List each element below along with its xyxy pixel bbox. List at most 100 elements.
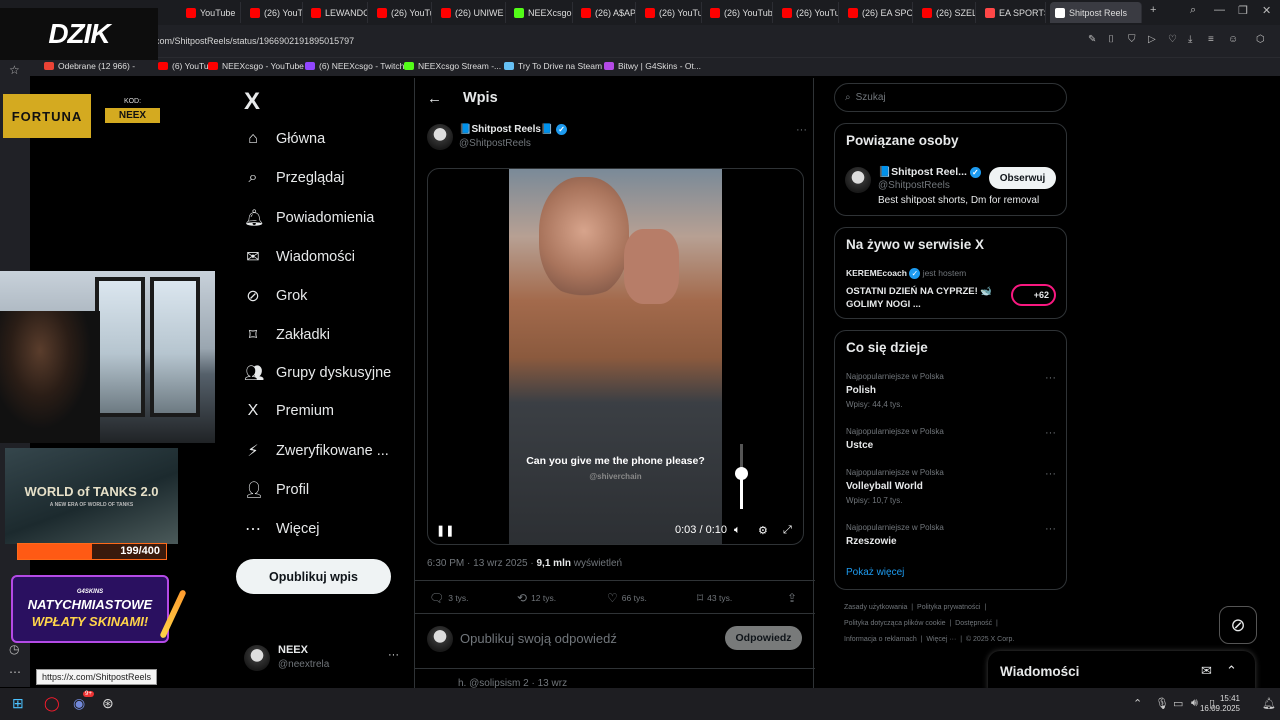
account-switcher[interactable]: NEEX @neextrela ··· bbox=[244, 643, 409, 673]
browser-tab[interactable]: (26) YouTub bbox=[705, 2, 773, 23]
related-avatar[interactable] bbox=[845, 167, 871, 193]
minimize-icon[interactable]: — bbox=[1214, 4, 1225, 16]
x-logo-icon[interactable]: X bbox=[244, 88, 260, 116]
nav-item-główna[interactable]: ⌂ Główna bbox=[244, 130, 325, 148]
author-avatar[interactable] bbox=[427, 124, 453, 150]
bookmark-item[interactable]: NEEXcsgo - YouTube bbox=[208, 61, 304, 71]
bookmark-item[interactable]: (6) NEEXcsgo - Twitch bbox=[305, 61, 404, 71]
accessibility-link[interactable]: Dostępność bbox=[955, 620, 992, 627]
related-handle[interactable]: @ShitpostReels bbox=[878, 180, 950, 191]
maximize-icon[interactable]: ❐ bbox=[1238, 4, 1248, 17]
browser-tab[interactable]: (26) YouTub bbox=[777, 2, 839, 23]
post-more-icon[interactable]: ··· bbox=[796, 124, 807, 136]
windows-start-icon[interactable]: ⊞ bbox=[12, 695, 24, 712]
messages-drawer[interactable]: Wiadomości ✉ ⌃ bbox=[988, 651, 1255, 691]
browser-tab[interactable]: NEEXcsgo S bbox=[509, 2, 573, 23]
nav-item-więcej[interactable]: ⋯ Więcej bbox=[244, 519, 320, 539]
browser-tab[interactable]: (26) A$AP N bbox=[576, 2, 636, 23]
camera-icon[interactable]: ⌷ bbox=[1108, 34, 1114, 45]
account-more-icon[interactable]: ··· bbox=[388, 649, 399, 661]
like-action[interactable]: ♡ 66 tys. bbox=[607, 591, 647, 605]
browser-tab[interactable]: LEWANDOW bbox=[306, 2, 368, 23]
bookmark-item[interactable]: NEEXcsgo Stream -... bbox=[404, 61, 501, 71]
search-input[interactable]: ⌕ Szukaj bbox=[834, 83, 1067, 112]
follow-button[interactable]: Obserwuj bbox=[989, 167, 1056, 189]
trend-more-icon[interactable]: ··· bbox=[1045, 427, 1056, 439]
video-player[interactable]: Can you give me the phone please? @shive… bbox=[427, 168, 804, 545]
post-timestamp[interactable]: 6:30 PM · 13 wrz 2025 · bbox=[427, 558, 537, 569]
close-window-icon[interactable]: ✕ bbox=[1262, 4, 1271, 17]
expand-icon[interactable]: ⌃ bbox=[1226, 663, 1237, 679]
volume-tray-icon[interactable]: 🔊︎ bbox=[1191, 697, 1198, 710]
live-headline-2[interactable]: GOLIMY NOGI ... bbox=[846, 299, 921, 310]
post-author[interactable]: 📘Shitpost Reels📘 ✓ @ShitpostReels ··· bbox=[427, 124, 807, 152]
trend-item[interactable]: Najpopularniejsze w Polska Volleyball Wor… bbox=[846, 468, 1056, 505]
browser-tab[interactable]: (26) YouTub bbox=[372, 2, 432, 23]
live-headline[interactable]: OSTATNI DZIEŃ NA CYPRZE! 🐋 bbox=[846, 286, 992, 297]
account-icon[interactable]: ☺ bbox=[1228, 34, 1238, 45]
terms-link[interactable]: Zasady użytkowania bbox=[844, 604, 907, 611]
notifications-icon[interactable]: 🔔︎ bbox=[1262, 697, 1276, 710]
extensions-icon[interactable]: ⬡ bbox=[1256, 34, 1265, 45]
show-more-link[interactable]: Pokaż więcej bbox=[846, 567, 904, 578]
related-name[interactable]: 📘Shitpost Reel... bbox=[878, 166, 967, 178]
search-tabs-icon[interactable]: ⌕ bbox=[1190, 4, 1196, 17]
reply-button[interactable]: Odpowiedz bbox=[725, 626, 802, 650]
author-handle[interactable]: @ShitpostReels bbox=[459, 138, 531, 149]
nav-item-powiadomienia[interactable]: 🔔︎ Powiadomienia bbox=[244, 208, 374, 228]
bookmark-item[interactable]: Try To Drive na Steam bbox=[504, 61, 602, 71]
browser-tab[interactable]: (26) UNIWE bbox=[436, 2, 506, 23]
network-icon[interactable]: ▭ bbox=[1173, 697, 1183, 710]
menu-icon[interactable]: ≡ bbox=[1208, 34, 1214, 45]
nav-item-profil[interactable]: 👤︎ Profil bbox=[244, 480, 309, 500]
new-tab-button[interactable]: + bbox=[1150, 4, 1156, 16]
nav-item-premium[interactable]: X Premium bbox=[244, 402, 334, 420]
trend-item[interactable]: Najpopularniejsze w Polska Ustce ··· bbox=[846, 427, 1056, 451]
browser-tab[interactable]: (26) EA SPO bbox=[843, 2, 913, 23]
nav-item-grupy-dyskusyjne[interactable]: 👥︎ Grupy dyskusyjne bbox=[244, 363, 391, 383]
trend-more-icon[interactable]: ··· bbox=[1045, 372, 1056, 384]
history-icon[interactable]: ◷ bbox=[9, 642, 19, 656]
volume-icon[interactable]: 🔈︎ bbox=[734, 524, 741, 537]
browser-tab[interactable]: EA SPORTS bbox=[980, 2, 1046, 23]
grok-fab-icon[interactable]: ⊘ bbox=[1219, 606, 1257, 644]
opera-icon[interactable]: ◯ bbox=[44, 695, 60, 712]
pause-icon[interactable]: ❚❚ bbox=[436, 524, 454, 537]
reply-action[interactable]: 🗨︎ 3 tys. bbox=[429, 591, 469, 605]
tray-arrow-icon[interactable]: ⌃ bbox=[1133, 697, 1142, 710]
post-button[interactable]: Opublikuj wpis bbox=[236, 559, 391, 594]
nav-item-zakładki[interactable]: ⌑ Zakładki bbox=[244, 325, 330, 345]
more-link[interactable]: Więcej ··· bbox=[926, 636, 956, 643]
volume-knob[interactable] bbox=[735, 467, 748, 480]
obs-icon[interactable]: ⊛ bbox=[102, 695, 114, 712]
bookmark-action[interactable]: ⌑ 43 tys. bbox=[697, 591, 732, 605]
ads-info-link[interactable]: Informacja o reklamach bbox=[844, 636, 917, 643]
live-listeners[interactable]: +62 bbox=[1011, 284, 1056, 306]
mic-icon[interactable]: 🎙︎ bbox=[1155, 697, 1169, 710]
bookmark-item[interactable]: Odebrane (12 966) - bbox=[44, 61, 135, 71]
share-icon[interactable]: ⇪ bbox=[787, 591, 797, 605]
browser-tab[interactable]: (26) SZELI S bbox=[917, 2, 976, 23]
nav-item-wiadomości[interactable]: ✉ Wiadomości bbox=[244, 247, 355, 267]
live-host[interactable]: KEREMEcoach bbox=[846, 268, 907, 278]
new-message-icon[interactable]: ✉ bbox=[1201, 663, 1212, 679]
browser-tab[interactable]: YouTube bbox=[181, 2, 241, 23]
download-icon[interactable]: ⤓ bbox=[1188, 34, 1192, 45]
privacy-link[interactable]: Polityka prywatności bbox=[917, 604, 980, 611]
trend-more-icon[interactable]: ··· bbox=[1045, 468, 1056, 480]
more-sidebar-icon[interactable]: ⋯ bbox=[9, 665, 21, 679]
trend-item[interactable]: Najpopularniejsze w Polska Rzeszowie ··· bbox=[846, 523, 1056, 547]
settings-gear-icon[interactable]: ⚙ bbox=[758, 524, 768, 537]
discord-icon[interactable]: ◉ bbox=[73, 695, 85, 712]
trend-item[interactable]: Najpopularniejsze w Polska Polish Wpisy: 4… bbox=[846, 372, 1056, 409]
browser-tab[interactable]: (26) YouTub bbox=[640, 2, 702, 23]
shield-icon[interactable]: ⛉ bbox=[1128, 34, 1136, 45]
play-icon[interactable]: ▷ bbox=[1148, 34, 1156, 45]
browser-tab[interactable]: (26) YouTub bbox=[245, 2, 303, 23]
author-name[interactable]: 📘Shitpost Reels📘 bbox=[459, 124, 553, 135]
trend-more-icon[interactable]: ··· bbox=[1045, 523, 1056, 535]
video-frame[interactable]: Can you give me the phone please? @shive… bbox=[509, 169, 722, 544]
edit-icon[interactable]: ✎ bbox=[1088, 34, 1096, 45]
back-arrow-icon[interactable]: ← bbox=[427, 90, 442, 107]
home-sidebar-icon[interactable]: ☆ bbox=[9, 63, 20, 77]
